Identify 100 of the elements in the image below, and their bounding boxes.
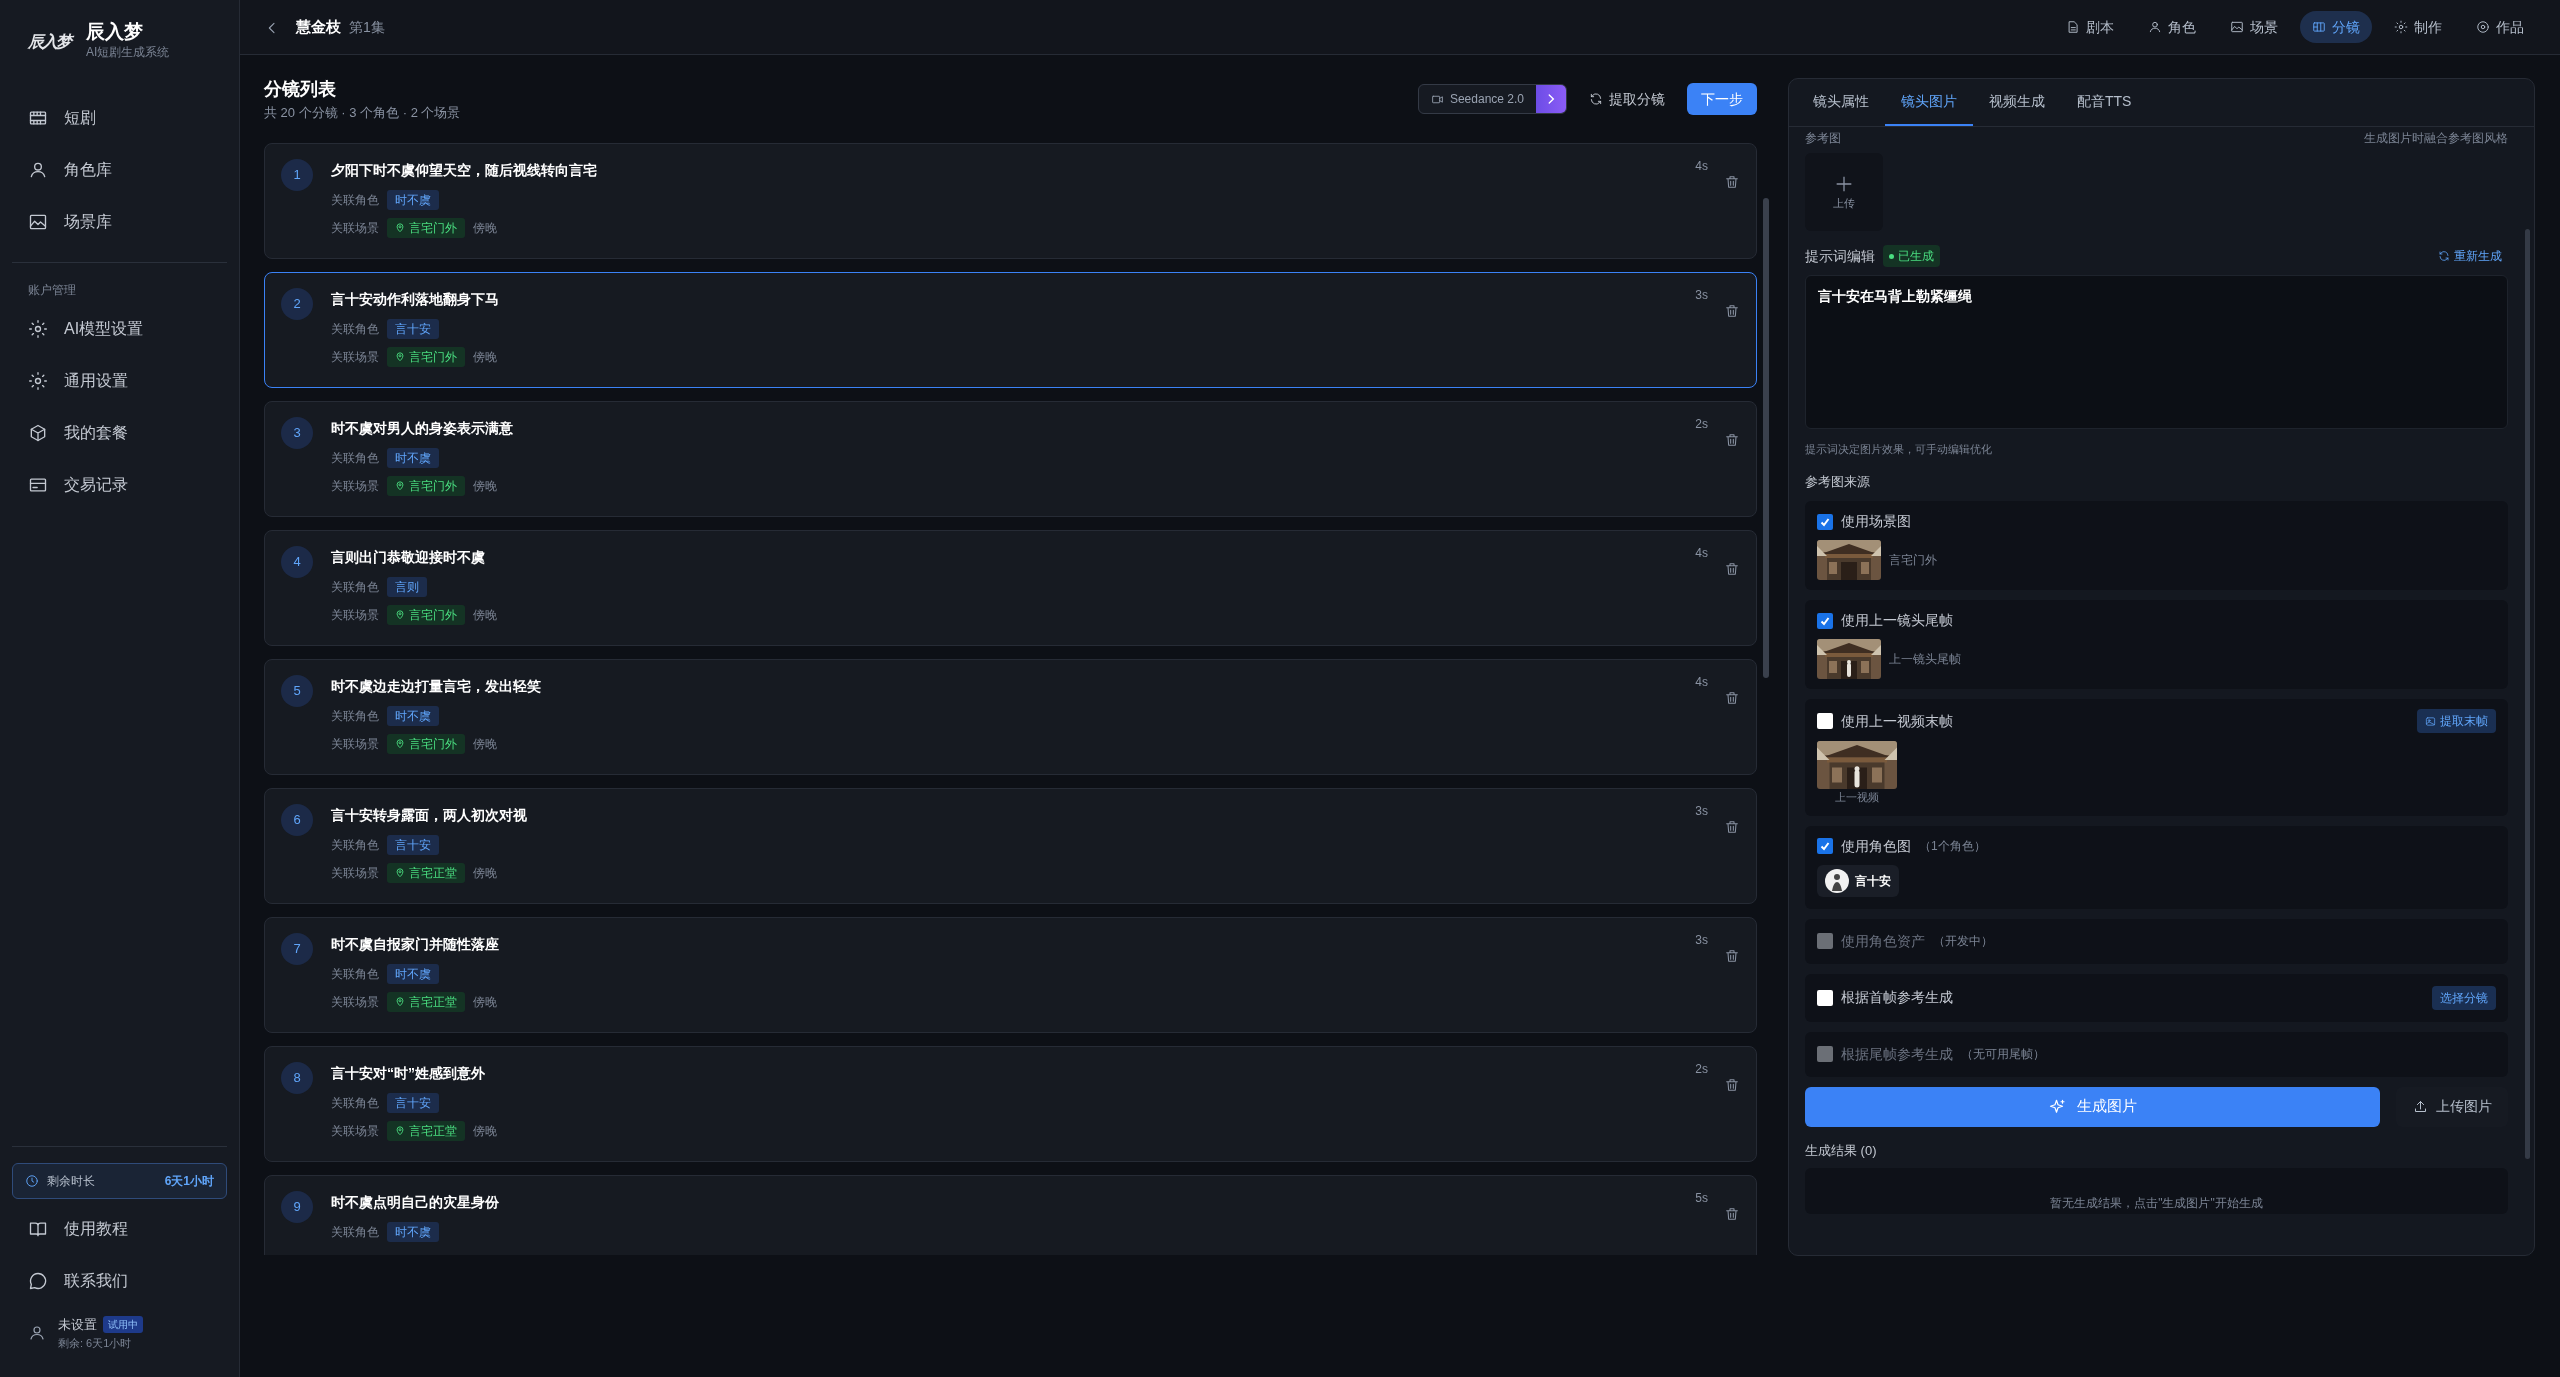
nav-tab[interactable]: 角色 [2136,11,2208,43]
role-tag: 言十安 [387,835,439,855]
time-of-day: 傍晚 [473,348,497,366]
time-of-day: 傍晚 [473,219,497,237]
prompt-note: 提示词决定图片效果，可手动编辑优化 [1805,442,1993,457]
sidebar-item[interactable]: 短剧 [0,92,239,144]
nav-tab[interactable]: 剧本 [2054,11,2126,43]
role-label: 关联角色 [331,579,379,596]
shot-title: 夕阳下时不虞仰望天空，随后视线转向言宅 [331,161,598,180]
scene-tag: 言宅门外 [387,476,465,496]
sidebar-item[interactable]: 交易记录 [0,459,239,511]
scene-label: 关联场景 [331,736,379,753]
next-step-button[interactable]: 下一步 [1687,83,1757,115]
location-pin-icon [395,481,405,491]
sidebar-item[interactable]: 角色库 [0,144,239,196]
shot-card[interactable]: 6 言十安转身露面，两人初次对视 关联角色 言十安 关联场景 言宅正堂 傍晚 3s [264,788,1757,904]
duration: 4s [1695,674,1708,691]
time-of-day: 傍晚 [473,477,497,495]
nav-tab[interactable]: 场景 [2218,11,2290,43]
sidebar-item[interactable]: 我的套餐 [0,407,239,459]
shot-card[interactable]: 2 言十安动作利落地翻身下马 关联角色 言十安 关联场景 言宅门外 傍晚 3s [264,272,1757,388]
nav-tab[interactable]: 分镜 [2300,11,2372,43]
checkbox-label: 根据尾帧参考生成 [1841,1044,1953,1064]
refresh-icon [2438,250,2450,262]
scene-tag: 言宅门外 [387,218,465,238]
location-pin-icon [395,610,405,620]
shot-title: 时不虞边走边打量言宅，发出轻笑 [331,677,542,696]
storyboard-icon [2312,20,2326,34]
thumbnail-caption: 上一镜头尾帧 [1889,651,1961,668]
panel-tab[interactable]: 镜头图片 [1885,79,1973,126]
checkbox[interactable] [1817,513,1833,530]
settings-icon [2394,20,2408,34]
scrollbar[interactable] [2525,229,2530,1159]
prompt-field[interactable]: 言十安在马背上勒紧缰绳 [1805,275,2508,429]
role-label: 关联角色 [331,1095,379,1112]
panel-tab[interactable]: 视频生成 [1973,79,2061,126]
location-pin-icon [395,868,405,878]
status-badge: 已生成 [1883,245,1940,267]
duration: 3s [1695,932,1708,949]
sidebar-item[interactable]: 场景库 [0,196,239,248]
role-tag: 言则 [387,577,427,597]
checkbox[interactable] [1817,612,1833,629]
sidebar-item[interactable]: 通用设置 [0,355,239,407]
clock-icon [25,1174,39,1188]
upload-button[interactable]: 上传 [1805,153,1883,231]
section-title: 提示词编辑 [1805,246,1875,266]
sidebar-item[interactable]: AI模型设置 [0,303,239,355]
nav-tab[interactable]: 作品 [2464,11,2536,43]
shot-number: 1 [281,159,313,191]
section-title: 参考图 [1805,130,1841,147]
empty-message: 暂无生成结果，点击"生成图片"开始生成 [2050,1195,2263,1212]
shot-card[interactable]: 4 言则出门恭敬迎接时不虞 关联角色 言则 关联场景 言宅门外 傍晚 4s [264,530,1757,646]
shot-card[interactable]: 1 夕阳下时不虞仰望天空，随后视线转向言宅 关联角色 时不虞 关联场景 言宅门外 傍晚 4s [264,143,1757,259]
checkbox[interactable] [1817,713,1833,729]
image-icon [2425,715,2436,727]
nav-tab[interactable]: 制作 [2382,11,2454,43]
action-button[interactable]: 选择分镜 [2432,985,2496,1010]
duration: 4s [1695,545,1708,562]
trash-icon [1724,1205,1740,1222]
brand-tagline: AI短剧生成系统 [86,43,170,61]
location-pin-icon [395,223,405,233]
document-icon [2066,20,2080,34]
generate-button[interactable]: 生成图片 [1805,1086,2380,1127]
thumbnail-caption: 上一视频 [1835,790,1879,805]
list-title: 分镜列表 [264,77,337,101]
action-button[interactable]: 提取末帧 [2417,709,2496,733]
duration: 4s [1695,158,1708,175]
role-tag: 言十安 [387,319,439,339]
trash-icon [1724,947,1740,964]
checkbox[interactable] [1817,838,1833,854]
shot-card[interactable]: 9 时不虞点明自己的灾星身份 关联角色 时不虞 5s [264,1175,1757,1255]
duration: 5s [1695,1190,1708,1207]
model-name: Seedance 2.0 [1449,91,1524,108]
scrollbar[interactable] [1763,198,1769,678]
shot-title: 言十安对“时”姓感到意外 [331,1064,486,1083]
sidebar-item[interactable]: 联系我们 [0,1255,239,1307]
scene-tag: 言宅门外 [387,734,465,754]
shot-title: 言则出门恭敬迎接时不虞 [331,548,486,567]
regenerate-button[interactable]: 重新生成 [2432,246,2508,266]
shot-title: 时不虞自报家门并随性落座 [331,935,500,954]
shot-card[interactable]: 5 时不虞边走边打量言宅，发出轻笑 关联角色 时不虞 关联场景 言宅门外 傍晚 4s [264,659,1757,775]
sidebar-item[interactable]: 使用教程 [0,1203,239,1255]
next-model-button[interactable] [1536,85,1566,113]
extract-button[interactable]: 提取分镜 [1583,87,1671,111]
model-selector[interactable]: Seedance 2.0 [1417,84,1567,114]
panel-tab[interactable]: 镜头属性 [1797,79,1885,126]
panel-tab[interactable]: 配音TTS [2061,79,2148,126]
shot-card[interactable]: 7 时不虞自报家门并随性落座 关联角色 时不虞 关联场景 言宅正堂 傍晚 3s [264,917,1757,1033]
scene-label: 关联场景 [331,1123,379,1140]
shot-card[interactable]: 3 时不虞对男人的身姿表示满意 关联角色 时不虞 关联场景 言宅门外 傍晚 2s [264,401,1757,517]
checkbox-label: 使用角色图 [1841,836,1911,856]
chat-icon [28,1271,48,1291]
scene-label: 关联场景 [331,349,379,366]
role-label: 关联角色 [331,450,379,467]
brand-name: 辰入梦 [86,22,144,43]
remaining-label: 剩余时长 [47,1173,95,1190]
checkbox[interactable] [1817,989,1833,1006]
note-text: （开发中） [1933,933,1993,950]
shot-card[interactable]: 8 言十安对“时”姓感到意外 关联角色 言十安 关联场景 言宅正堂 傍晚 2s [264,1046,1757,1162]
user-name: 未设置 [58,1316,97,1334]
